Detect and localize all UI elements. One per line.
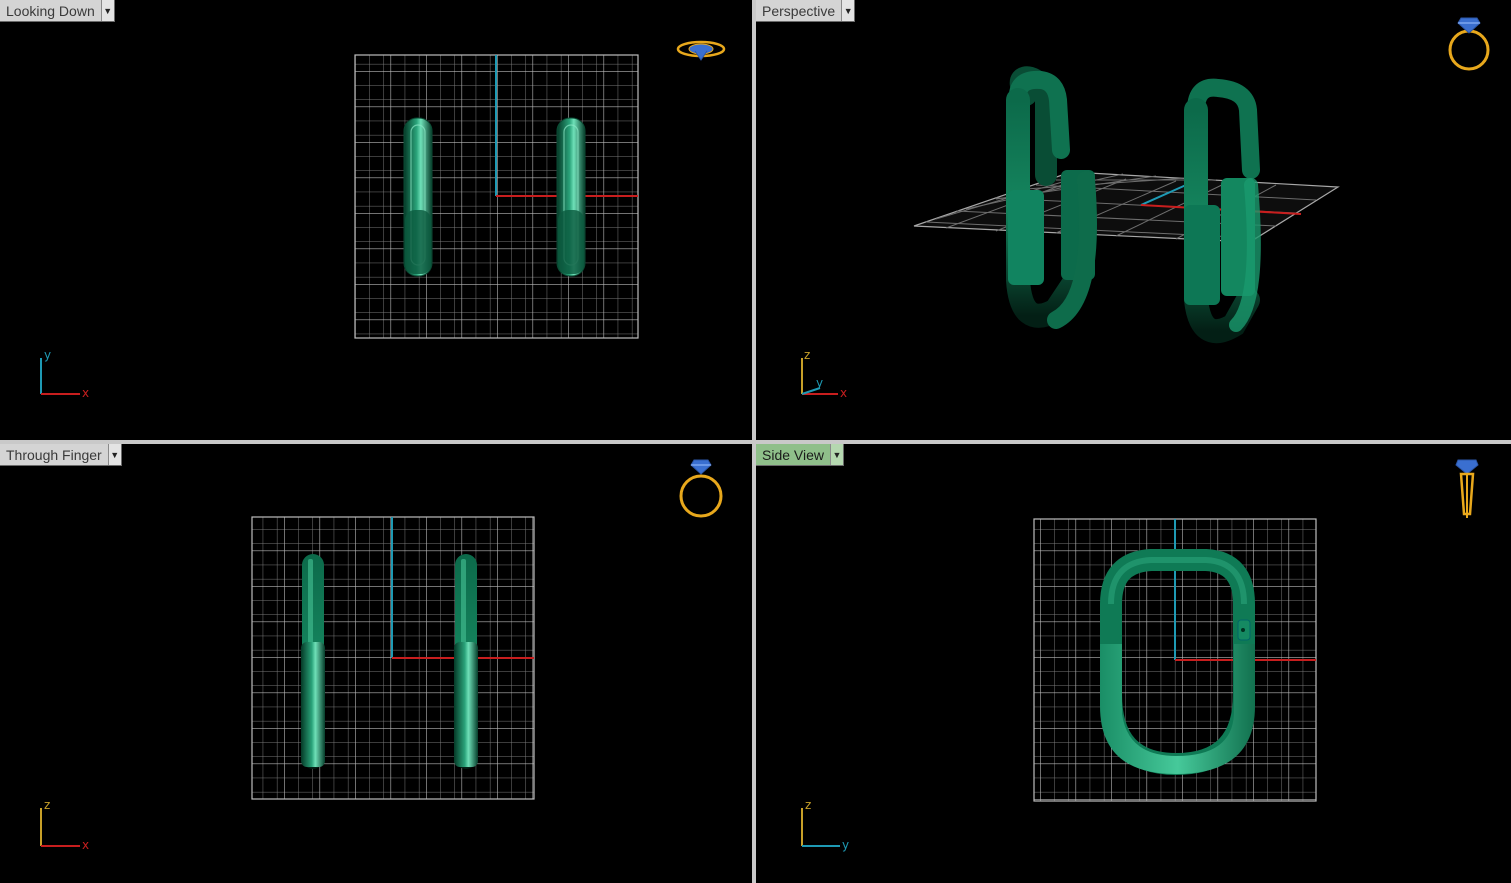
viewport-side-view[interactable]: Side View ▼ z y — [756, 444, 1511, 883]
viewport-tab-through-finger[interactable]: Through Finger ▼ — [0, 444, 122, 466]
chevron-down-icon[interactable]: ▼ — [100, 0, 114, 21]
ring-view-icon[interactable] — [1444, 8, 1496, 81]
viewport-scene — [354, 54, 639, 339]
chevron-down-icon[interactable]: ▼ — [841, 0, 855, 21]
viewport-tab-side-view[interactable]: Side View ▼ — [756, 444, 845, 466]
viewport-through-finger[interactable]: Through Finger ▼ z x — [0, 444, 752, 883]
earring-right-front — [454, 554, 478, 769]
axis-label-x: x — [840, 386, 848, 400]
axis-indicator: z y — [798, 798, 858, 852]
axis-label-z: z — [44, 798, 51, 812]
viewport-title: Through Finger — [6, 447, 102, 463]
viewport-scene — [1033, 518, 1317, 802]
viewport-title: Side View — [762, 447, 825, 463]
ring-view-icon[interactable] — [1452, 456, 1482, 527]
viewport-perspective[interactable]: Perspective ▼ z y x — [756, 0, 1511, 440]
earring-left-front — [301, 554, 325, 769]
axis-indicator: z x — [38, 798, 98, 852]
viewport-scene — [913, 66, 1340, 344]
axis-label-x: x — [82, 838, 90, 852]
axis-label-y: y — [816, 376, 824, 390]
viewport-tab-looking-down[interactable]: Looking Down ▼ — [0, 0, 115, 22]
ring-view-icon[interactable] — [676, 36, 728, 71]
viewport-title: Looking Down — [6, 3, 95, 19]
axis-label-x: x — [82, 386, 90, 400]
chevron-down-icon[interactable]: ▼ — [830, 444, 844, 465]
ring-view-icon[interactable] — [676, 456, 728, 527]
axis-label-z: z — [804, 348, 811, 362]
chevron-down-icon[interactable]: ▼ — [107, 444, 121, 465]
axis-label-y: y — [44, 348, 52, 362]
viewport-title: Perspective — [762, 3, 836, 19]
viewport-looking-down[interactable]: Looking Down ▼ y x — [0, 0, 752, 440]
viewport-scene — [251, 516, 535, 800]
earring-right-top — [556, 117, 586, 277]
axis-label-z: z — [805, 798, 812, 812]
axis-label-y: y — [842, 838, 850, 852]
axis-indicator: y x — [38, 348, 98, 400]
earring-right-perspective — [1184, 78, 1261, 344]
earring-left-top — [403, 117, 433, 277]
viewport-tab-perspective[interactable]: Perspective ▼ — [756, 0, 856, 22]
axis-indicator: z y x — [798, 348, 868, 402]
